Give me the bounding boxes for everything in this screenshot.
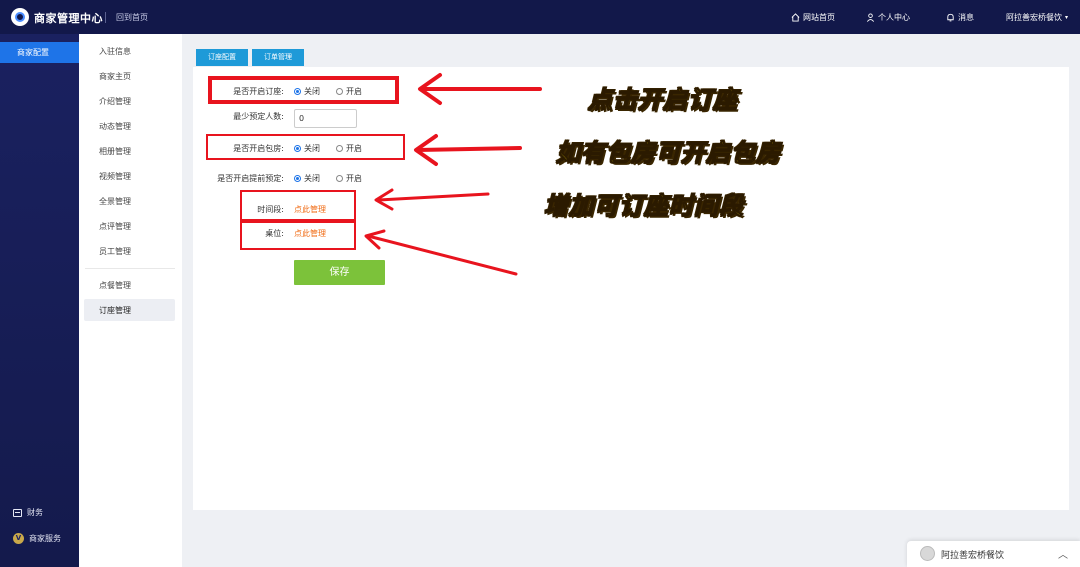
annotation-enable-room: 如有包房可开启包房: [556, 139, 781, 168]
option-label: 开启: [346, 174, 362, 183]
annotation-time-slot: 增加可订座时间段: [544, 192, 744, 221]
submenu-item[interactable]: 点餐管理: [99, 280, 131, 291]
nav-site-home-label: 网站首页: [803, 13, 835, 22]
highlight-box-time-slot: [240, 190, 356, 221]
nav-messages[interactable]: 消息: [946, 12, 974, 23]
submenu-item[interactable]: 相册管理: [99, 146, 131, 157]
nav-personal-center[interactable]: 个人中心: [866, 12, 910, 23]
caret-down-icon: ▾: [1065, 14, 1069, 21]
submenu-item[interactable]: 点评管理: [99, 221, 131, 232]
nav-messages-label: 消息: [958, 13, 974, 22]
tab-booking-config[interactable]: 订座配置: [196, 49, 248, 66]
home-icon: [791, 13, 800, 22]
option-label: 关闭: [304, 174, 320, 183]
annotation-enable-booking: 点击开启订座: [588, 86, 738, 115]
submenu-item[interactable]: 商家主页: [99, 71, 131, 82]
enable-advance-radio-group: 关闭 开启: [294, 173, 378, 184]
v-badge-icon: V: [13, 533, 24, 544]
sidebar-item-merchant-service[interactable]: V 商家服务: [13, 533, 61, 544]
submenu-item[interactable]: 员工管理: [99, 246, 131, 257]
submenu-item[interactable]: 视频管理: [99, 171, 131, 182]
submenu-divider: [85, 268, 175, 269]
enable-advance-label: 是否开启提前预定:: [217, 174, 284, 183]
save-button[interactable]: 保存: [294, 260, 385, 285]
nav-personal-center-label: 个人中心: [878, 13, 910, 22]
chevron-up-icon[interactable]: ︿: [1058, 546, 1068, 561]
avatar: [920, 546, 935, 561]
submenu-item[interactable]: 入驻信息: [99, 46, 131, 57]
sidebar-item-finance-label: 财务: [27, 508, 43, 517]
submenu-item[interactable]: 介绍管理: [99, 96, 131, 107]
submenu-item[interactable]: 动态管理: [99, 121, 131, 132]
enable-advance-off-option[interactable]: 关闭: [294, 173, 320, 184]
user-icon: [866, 13, 875, 22]
header-divider: [105, 12, 106, 23]
sidebar-item-merchant-config[interactable]: 商家配置: [0, 42, 79, 63]
highlight-box-table: [240, 221, 356, 250]
chat-bar[interactable]: 阿拉善宏桥餐饮 ︿: [907, 541, 1080, 567]
top-bar: 商家管理中心 回到首页 网站首页 个人中心 消息 阿拉善宏桥餐饮 ▾: [0, 0, 1080, 34]
submenu-item-active[interactable]: 订座管理: [99, 305, 131, 316]
sidebar-item-finance[interactable]: 财务: [13, 507, 43, 518]
account-name: 阿拉善宏桥餐饮: [1006, 13, 1062, 22]
submenu-item[interactable]: 全景管理: [99, 196, 131, 207]
sidebar-item-merchant-service-label: 商家服务: [29, 534, 61, 543]
back-home-link[interactable]: 回到首页: [116, 12, 148, 23]
tab-order-management[interactable]: 订单管理: [252, 49, 304, 66]
highlight-box-room: [206, 134, 405, 160]
account-menu[interactable]: 阿拉善宏桥餐饮 ▾: [1006, 12, 1068, 23]
enable-advance-on-option[interactable]: 开启: [336, 173, 362, 184]
sub-menu: 入驻信息 商家主页 介绍管理 动态管理 相册管理 视频管理 全景管理 点评管理 …: [79, 34, 182, 567]
nav-site-home[interactable]: 网站首页: [791, 12, 835, 23]
highlight-box-booking: [208, 76, 399, 104]
radio-unchecked-icon: [336, 175, 343, 182]
min-people-label: 最少预定人数:: [233, 112, 284, 121]
main-sidebar: 商家配置 财务 V 商家服务: [0, 34, 79, 567]
bell-icon: [947, 13, 954, 22]
logo-icon: [11, 8, 29, 26]
chat-contact-name: 阿拉善宏桥餐饮: [941, 551, 1005, 561]
radio-checked-icon: [294, 175, 301, 182]
min-people-input[interactable]: [294, 109, 357, 128]
app-title: 商家管理中心: [34, 12, 103, 25]
wallet-icon: [13, 508, 22, 517]
